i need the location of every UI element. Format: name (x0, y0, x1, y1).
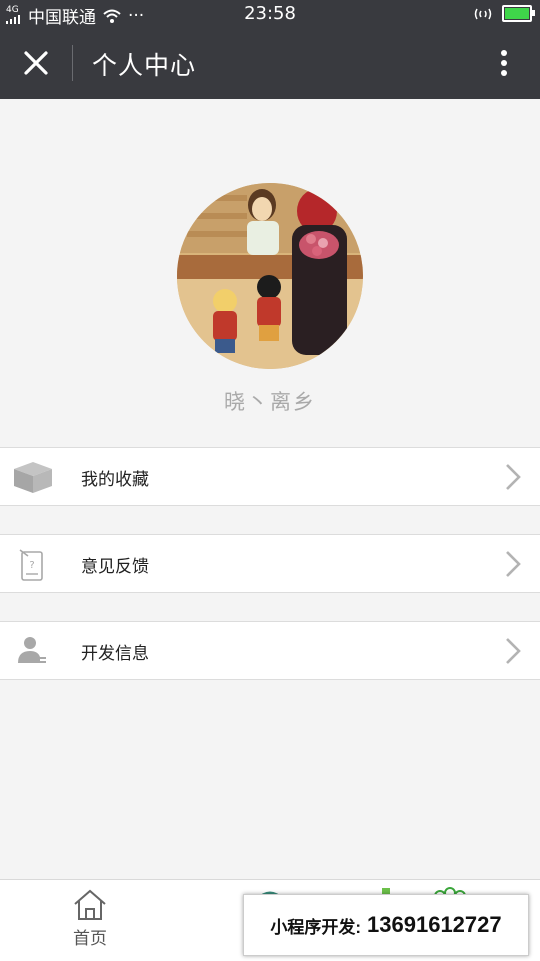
status-right (474, 5, 535, 22)
nfc-icon (474, 8, 492, 19)
profile-section: 晓丶离乡 (0, 99, 540, 447)
menu-label-favorites: 我的收藏 (81, 470, 149, 490)
status-time: 23:58 (244, 3, 296, 24)
avatar[interactable] (177, 183, 363, 369)
close-icon[interactable] (18, 45, 54, 81)
ad-label: 小程序开发: (270, 917, 362, 937)
menu-item-dev-info[interactable]: 开发信息 (0, 621, 540, 680)
chevron-right-icon (506, 464, 521, 490)
home-icon (74, 889, 106, 920)
ad-overlay: 小程序开发: 13691612727 (243, 894, 529, 956)
menu-label-feedback: 意见反馈 (81, 557, 149, 577)
chevron-right-icon (506, 551, 521, 577)
user-nickname: 晓丶离乡 (224, 390, 316, 414)
tab-peek-icon (382, 888, 390, 894)
more-vertical-icon[interactable] (486, 45, 522, 81)
battery-icon (502, 5, 535, 22)
box-icon (14, 462, 52, 493)
chevron-right-icon (506, 638, 521, 664)
status-bar: 4G 中国联通 ··· 23:58 (0, 0, 540, 28)
nav-bar: 个人中心 (0, 28, 540, 99)
tab-home-label: 首页 (73, 929, 107, 949)
user-info-icon (18, 637, 46, 663)
ad-phone: 13691612727 (367, 912, 502, 937)
menu-item-favorites[interactable]: 我的收藏 (0, 447, 540, 506)
page-title: 个人中心 (92, 51, 197, 80)
menu-label-dev-info: 开发信息 (81, 644, 149, 664)
menu-item-feedback[interactable]: ? 意见反馈 (0, 534, 540, 593)
nav-divider (72, 45, 73, 81)
feedback-icon: ? (19, 549, 43, 581)
svg-text:?: ? (29, 560, 34, 571)
tab-home[interactable]: 首页 (50, 888, 130, 949)
